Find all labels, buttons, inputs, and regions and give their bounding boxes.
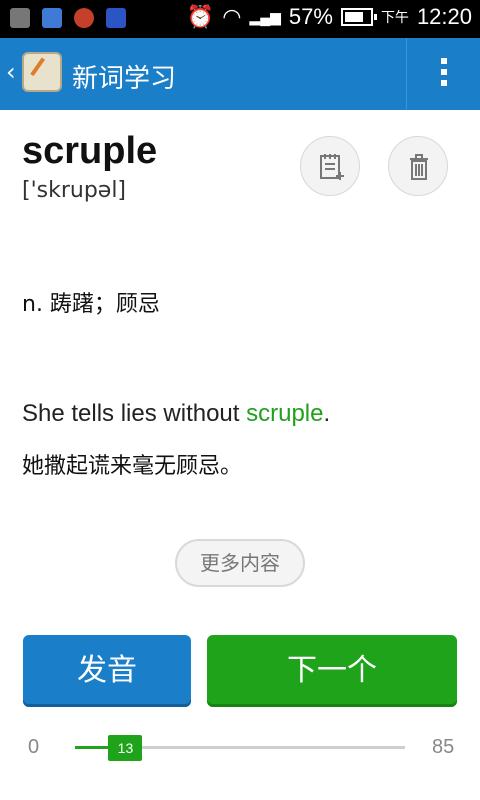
example-translation: 她撒起谎来毫无顾忌。 [22,454,243,479]
delete-button[interactable] [388,136,448,196]
definition: n. 踌躇；顾忌 [22,292,160,317]
status-bar: ⏰ ◠ ▂▄▆ 57% 下午 12:20 [0,0,480,38]
chevron-left-icon[interactable]: ‹ [6,60,16,84]
next-button[interactable]: 下一个 [207,635,457,707]
example-sentence: She tells lies without scruple. [22,400,330,428]
signal-icon: ▂▄▆ [249,8,281,25]
status-right: ⏰ ◠ ▂▄▆ 57% 下午 12:20 [187,4,472,30]
lock-notification-icon [106,8,126,28]
battery-icon [340,8,377,26]
battery-percent: 57% [288,4,333,29]
app-logo[interactable] [22,52,62,92]
progress-min: 0 [28,736,40,758]
example-after: . [323,400,331,427]
alarm-icon: ⏰ [186,4,215,29]
wifi-icon: ◠ [222,4,242,29]
note-add-icon [320,154,344,180]
app-bar: ‹ 新词学习 [0,38,480,110]
sync-notification-icon [74,8,94,28]
more-content-button[interactable]: 更多内容 [175,539,305,587]
clock: 12:20 [416,4,472,29]
add-notification-icon [10,8,30,28]
example-highlight: scruple [246,400,324,427]
add-note-button[interactable] [300,136,360,196]
progress-thumb[interactable]: 13 [108,735,143,761]
progress-slider[interactable]: 0 13 85 [0,730,480,766]
example-before: She tells lies without [22,400,247,427]
contact-notification-icon [42,8,62,28]
ampm: 下午 [380,9,409,25]
headword: scruple [22,130,158,172]
page-title: 新词学习 [72,64,177,94]
trash-icon [410,154,428,180]
divider [406,38,407,110]
pronounce-button[interactable]: 发音 [23,635,191,707]
notification-icons [10,8,126,28]
overflow-menu-icon[interactable] [434,58,454,90]
phonetic: ['skrupəl] [22,178,127,203]
progress-max: 85 [432,736,455,758]
